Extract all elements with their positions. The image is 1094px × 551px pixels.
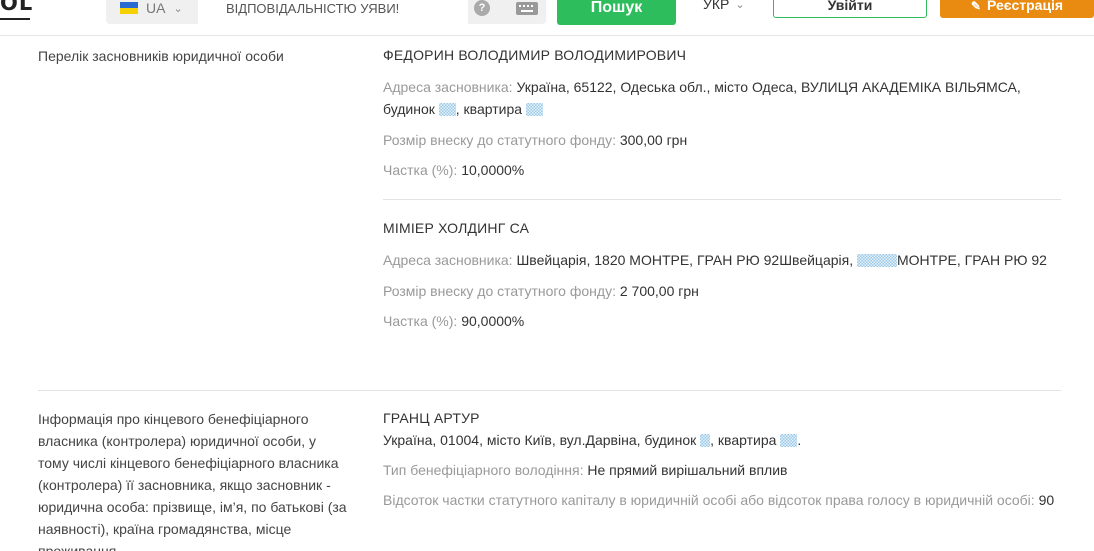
share-value: 90,0000% [461, 313, 525, 329]
address-value-end: . [797, 432, 802, 448]
type-value: Не прямий вирішальний вплив [587, 462, 788, 478]
founder-share: Частка (%): 90,0000% [383, 310, 1061, 332]
founder-contribution: Розмір внеску до статутного фонду: 300,0… [383, 129, 1061, 151]
beneficiary-section: Інформація про кінцевого бенефіціарного … [38, 408, 1061, 551]
search-bar: UA ⌄ ? [106, 0, 546, 24]
beneficiary-info: ГРАНЦ АРТУР Україна, 01004, місто Київ, … [383, 408, 1061, 511]
percent-value: 90 [1038, 492, 1055, 508]
contribution-value: 300,00 грн [619, 132, 688, 148]
founder-divider [383, 199, 1061, 200]
country-selector[interactable]: UA ⌄ [120, 0, 183, 24]
contribution-key: Розмір внеску до статутного фонду: [383, 132, 616, 148]
register-button[interactable]: ✎ Реєстрація [940, 0, 1094, 18]
logo-underline [0, 18, 30, 20]
section-divider [38, 390, 1061, 391]
register-label: Реєстрація [986, 0, 1064, 13]
country-code: UA [146, 0, 166, 16]
top-header: OL UA ⌄ ? Пошук УКР ⌄ Увійти ✎ Реєстрація [0, 0, 1094, 36]
help-icon[interactable]: ? [474, 0, 490, 16]
language-selector[interactable]: УКР ⌄ [703, 0, 745, 16]
beneficiary-name: ГРАНЦ АРТУР [383, 410, 480, 426]
contribution-key: Розмір внеску до статутного фонду: [383, 283, 616, 299]
chevron-down-icon: ⌄ [173, 2, 183, 15]
type-key: Тип бенефіціарного володіння: [383, 462, 584, 478]
address-value: Швейцарія, 1820 МОНТРЕ, ГРАН РЮ 92Швейца… [516, 252, 854, 268]
address-value-cont: , квартира [710, 432, 777, 448]
share-key: Частка (%): [383, 162, 458, 178]
redacted-block [438, 103, 456, 116]
share-value: 10,0000% [461, 162, 525, 178]
founder-address: Адреса засновника: Швейцарія, 1820 МОНТР… [383, 249, 1061, 271]
founders-label: Перелік засновників юридичної особи [38, 48, 284, 64]
redacted-block [857, 254, 897, 267]
founder-share: Частка (%): 10,0000% [383, 159, 1061, 181]
chevron-down-icon: ⌄ [735, 0, 745, 11]
site-logo[interactable]: OL [0, 0, 33, 15]
address-key: Адреса засновника: [383, 252, 513, 268]
keyboard-icon[interactable] [516, 2, 538, 15]
address-key: Адреса засновника: [383, 79, 513, 95]
beneficiary-address: Україна, 01004, місто Київ, вул.Дарвіна,… [383, 429, 1061, 451]
search-button[interactable]: Пошук [557, 0, 676, 25]
contribution-value: 2 700,00 грн [619, 283, 699, 299]
founder-name: ФЕДОРИН ВОЛОДИМИР ВОЛОДИМИРОВИЧ [383, 47, 687, 63]
search-input[interactable] [198, 0, 468, 24]
user-plus-icon: ✎ [970, 0, 981, 13]
address-value-cont: , квартира [455, 101, 523, 117]
founders-section: Перелік засновників юридичної особи ФЕДО… [38, 45, 1061, 385]
founder-item: МІМІЕР ХОЛДИНГ СА Адреса засновника: Шве… [383, 218, 1061, 332]
address-value-cont: МОНТРЕ, ГРАН РЮ 92 [897, 252, 1047, 268]
founder-contribution: Розмір внеску до статутного фонду: 2 700… [383, 280, 1061, 302]
redacted-block [525, 103, 543, 116]
ukraine-flag-icon [120, 2, 138, 14]
founder-address: Адреса засновника: Україна, 65122, Одесь… [383, 76, 1061, 120]
beneficiary-label: Інформація про кінцевого бенефіціарного … [38, 411, 347, 551]
beneficiary-type: Тип бенефіціарного володіння: Не прямий … [383, 459, 1061, 481]
share-key: Частка (%): [383, 313, 458, 329]
address-value: Україна, 01004, місто Київ, вул.Дарвіна,… [383, 432, 697, 448]
percent-key: Відсоток частки статутного капіталу в юр… [383, 492, 1035, 508]
redacted-block [700, 434, 711, 447]
beneficiary-percent: Відсоток частки статутного капіталу в юр… [383, 489, 1061, 511]
founder-name: МІМІЕР ХОЛДИНГ СА [383, 220, 530, 236]
language-label: УКР [703, 0, 730, 12]
login-button[interactable]: Увійти [773, 0, 927, 18]
redacted-block [780, 434, 798, 447]
founder-item: ФЕДОРИН ВОЛОДИМИР ВОЛОДИМИРОВИЧ Адреса з… [383, 45, 1061, 181]
